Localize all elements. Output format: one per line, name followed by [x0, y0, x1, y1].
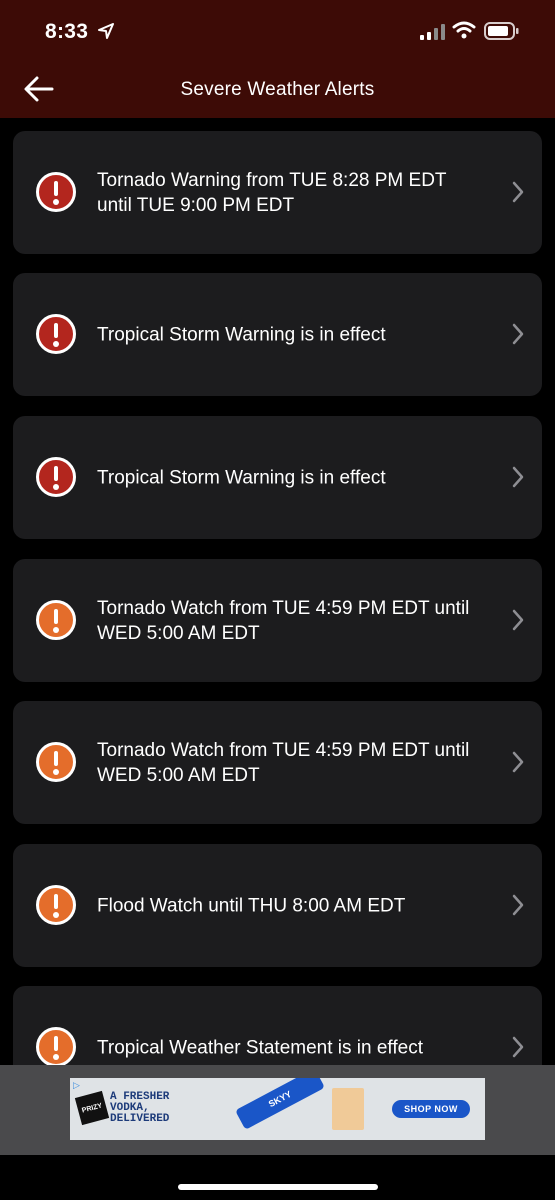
alert-text: Tornado Watch from TUE 4:59 PM EDT until…	[97, 597, 470, 644]
battery-icon	[484, 22, 519, 40]
home-indicator[interactable]	[178, 1184, 378, 1190]
alert-card[interactable]: Tornado Warning from TUE 8:28 PM EDT unt…	[13, 131, 542, 254]
ad-brand-logo: PRIZY	[74, 1090, 110, 1126]
alert-text: Tornado Watch from TUE 4:59 PM EDT until…	[97, 739, 470, 786]
alert-text: Flood Watch until THU 8:00 AM EDT	[97, 895, 406, 916]
alert-text: Tropical Storm Warning is in effect	[97, 324, 386, 345]
home-area	[0, 1155, 555, 1200]
alert-text: Tornado Warning from TUE 8:28 PM EDT unt…	[97, 169, 447, 216]
chevron-right-icon	[512, 751, 524, 773]
alert-text: Tropical Weather Statement is in effect	[97, 1037, 423, 1058]
cellular-signal-icon	[420, 24, 445, 40]
ad-choices-icon[interactable]: ▷	[73, 1080, 80, 1091]
chevron-right-icon	[512, 1036, 524, 1058]
chevron-right-icon	[512, 609, 524, 631]
status-bar: 8:33	[0, 0, 555, 60]
alert-list[interactable]: Tornado Warning from TUE 8:28 PM EDT unt…	[0, 118, 555, 1065]
nav-bar: Severe Weather Alerts	[0, 60, 555, 118]
chevron-right-icon	[512, 323, 524, 345]
exclamation-circle-icon	[36, 172, 76, 212]
alert-card[interactable]: Tropical Weather Statement is in effect	[13, 986, 542, 1065]
alert-card[interactable]: Tornado Watch from TUE 4:59 PM EDT until…	[13, 701, 542, 824]
ad-headline: A FRESHER VODKA, DELIVERED	[110, 1091, 170, 1125]
alert-card[interactable]: Tropical Storm Warning is in effect	[13, 273, 542, 396]
exclamation-circle-icon	[36, 600, 76, 640]
chevron-right-icon	[512, 466, 524, 488]
alert-card[interactable]: Flood Watch until THU 8:00 AM EDT	[13, 844, 542, 967]
exclamation-circle-icon	[36, 742, 76, 782]
exclamation-circle-icon	[36, 314, 76, 354]
alert-card[interactable]: Tropical Storm Warning is in effect	[13, 416, 542, 539]
status-time: 8:33	[45, 20, 89, 43]
alert-card[interactable]: Tornado Watch from TUE 4:59 PM EDT until…	[13, 559, 542, 682]
exclamation-circle-icon	[36, 1027, 76, 1065]
chevron-right-icon	[512, 181, 524, 203]
ad-glass-image	[332, 1088, 364, 1130]
ad-product-bottle: SKYY	[235, 1078, 325, 1130]
ad-area: ▷ PRIZY A FRESHER VODKA, DELIVERED SKYY …	[0, 1065, 555, 1155]
chevron-right-icon	[512, 894, 524, 916]
ad-shop-now-button[interactable]: SHOP NOW	[392, 1100, 470, 1118]
exclamation-circle-icon	[36, 457, 76, 497]
ad-banner[interactable]: ▷ PRIZY A FRESHER VODKA, DELIVERED SKYY …	[70, 1078, 485, 1140]
exclamation-circle-icon	[36, 885, 76, 925]
location-arrow-icon	[98, 23, 114, 39]
alert-text: Tropical Storm Warning is in effect	[97, 467, 386, 488]
page-title: Severe Weather Alerts	[180, 79, 375, 100]
wifi-icon	[452, 21, 476, 39]
